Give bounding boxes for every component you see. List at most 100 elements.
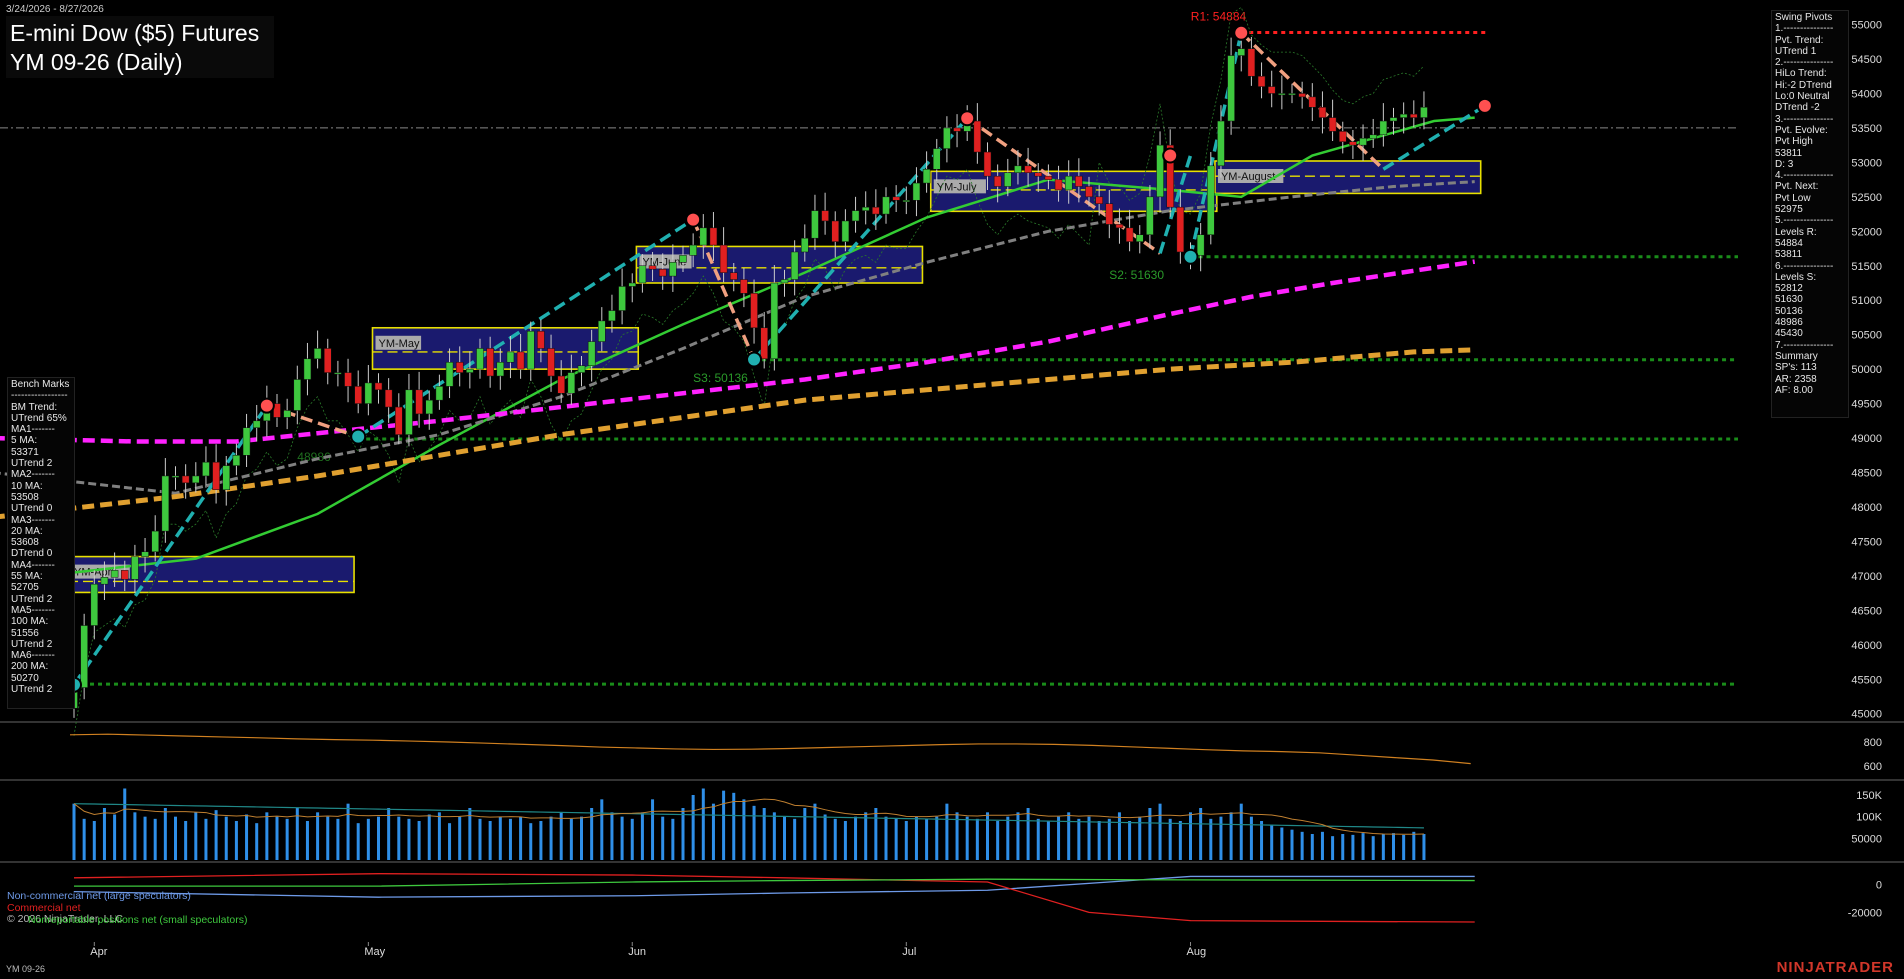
volume-bar [975,818,979,860]
candle-body [1420,106,1428,118]
candle-body [638,265,647,284]
volume-bar [620,816,624,860]
volume-bar [245,814,249,860]
cot-tick-label: 0 [1876,880,1882,892]
candle-body [1095,196,1103,204]
candle-body [872,206,880,215]
volume-bar [1209,818,1213,860]
candle-body [811,210,819,239]
volume-bar [1249,816,1253,860]
candle-body [384,389,393,408]
bench-mark-line: 51556 [11,627,39,639]
candle-body [516,351,525,370]
volume-bar [813,803,817,860]
volume-bar [427,814,431,860]
volume-bar [437,812,441,860]
price-tick-label: 46500 [1851,605,1882,617]
candle-body [374,382,383,391]
candle-body [242,427,251,456]
candle-body [1136,234,1144,242]
candle-body [1207,165,1215,235]
swing-pivot-line: SP's: 113 [1775,362,1817,374]
volume-bar [661,816,665,860]
swing-pivot-line: Pvt. Trend: [1775,34,1824,46]
candle-body [455,361,464,373]
swing-pivot-line: Pvt. Evolve: [1775,124,1828,136]
candle-body [141,551,149,557]
volume-bar [580,816,583,860]
candle-body [212,461,220,490]
volume-bar [133,812,137,860]
volume-bar [925,818,929,860]
swing-pivot-line: Levels S: [1775,271,1817,283]
candle-body [760,327,768,360]
candle-body [790,251,799,280]
candle-body [181,475,190,484]
candle-body [567,372,576,394]
x-tick-label: Jul [902,946,916,958]
volume-bar [559,812,563,860]
candle-body [283,410,291,418]
volume-bar [305,821,309,860]
swing-pivot-line: HiLo Trend: [1775,68,1827,80]
cot-legend-noncommercial: Non-commercial net (large speculators) [7,890,191,902]
price-tick-label: 48500 [1851,468,1882,480]
candle-body [1024,165,1032,173]
volume-bar [478,818,482,860]
x-axis-labels: Apr May Jun Jul Aug [90,942,1206,958]
volume-bar [1117,812,1121,860]
candle-body [1237,48,1245,56]
price-chart[interactable]: YM-AprilYM-MayYM-JuneYM-JulyYM-August R1… [0,0,1904,979]
bench-mark-line: 5 MA: [11,435,38,447]
candle-body [993,175,1002,187]
candle-body [1075,175,1083,187]
candle-body [486,348,494,377]
candle-body [1369,134,1377,139]
volume-bar [377,816,380,860]
volume-bar [1097,821,1101,860]
volume-bar [1087,816,1091,860]
chart-grid [0,127,1904,863]
candle-body [324,348,332,373]
volume-bar [346,803,350,860]
volume-tick-label: 100K [1856,812,1882,824]
candle-body [851,210,860,222]
candle-body [912,182,921,201]
price-tick-label: 50000 [1851,364,1882,376]
swing-high-marker [1476,97,1493,114]
volume-tick-label: 50000 [1851,833,1882,845]
swing-pivot-line: 3.--------------- [1775,113,1834,125]
volume-bar [833,818,837,860]
volume-bar [793,818,797,860]
price-tick-label: 54500 [1851,54,1882,66]
volume-bar [914,816,918,860]
candle-body [669,262,677,277]
candle-body [1125,227,1134,242]
candle-body [699,227,708,246]
candle-body [861,206,870,211]
volume-bar [1168,818,1172,860]
bench-mark-line: 100 MA: [11,616,49,628]
candle-body [1298,93,1306,98]
candle-body [1196,234,1205,256]
volume-bar [1270,825,1274,860]
volume-bar [194,812,198,860]
bench-mark-line: 53371 [11,446,39,458]
candle-body [1328,117,1337,132]
volume-bar [630,818,634,860]
swing-pivot-line: 45430 [1775,328,1803,340]
price-tick-label: 46000 [1851,640,1882,652]
volume-bar [864,812,868,860]
candle-body [405,389,413,435]
candle-body [1257,75,1266,87]
swing-pivot-line: Lo:0 Neutral [1775,91,1830,103]
candle-body [303,358,312,380]
bench-mark-line: MA1------- [11,424,55,436]
swing-line [1382,104,1486,171]
volume-bar [701,788,705,860]
swing-pivot-line: DTrend -2 [1775,102,1820,114]
y-axis-labels: 45000 45500 46000 46500 47000 47500 48000 48500… [1851,20,1882,721]
candle-body [1004,172,1012,187]
volume-bar [1422,834,1426,860]
volume-bar [600,799,604,860]
